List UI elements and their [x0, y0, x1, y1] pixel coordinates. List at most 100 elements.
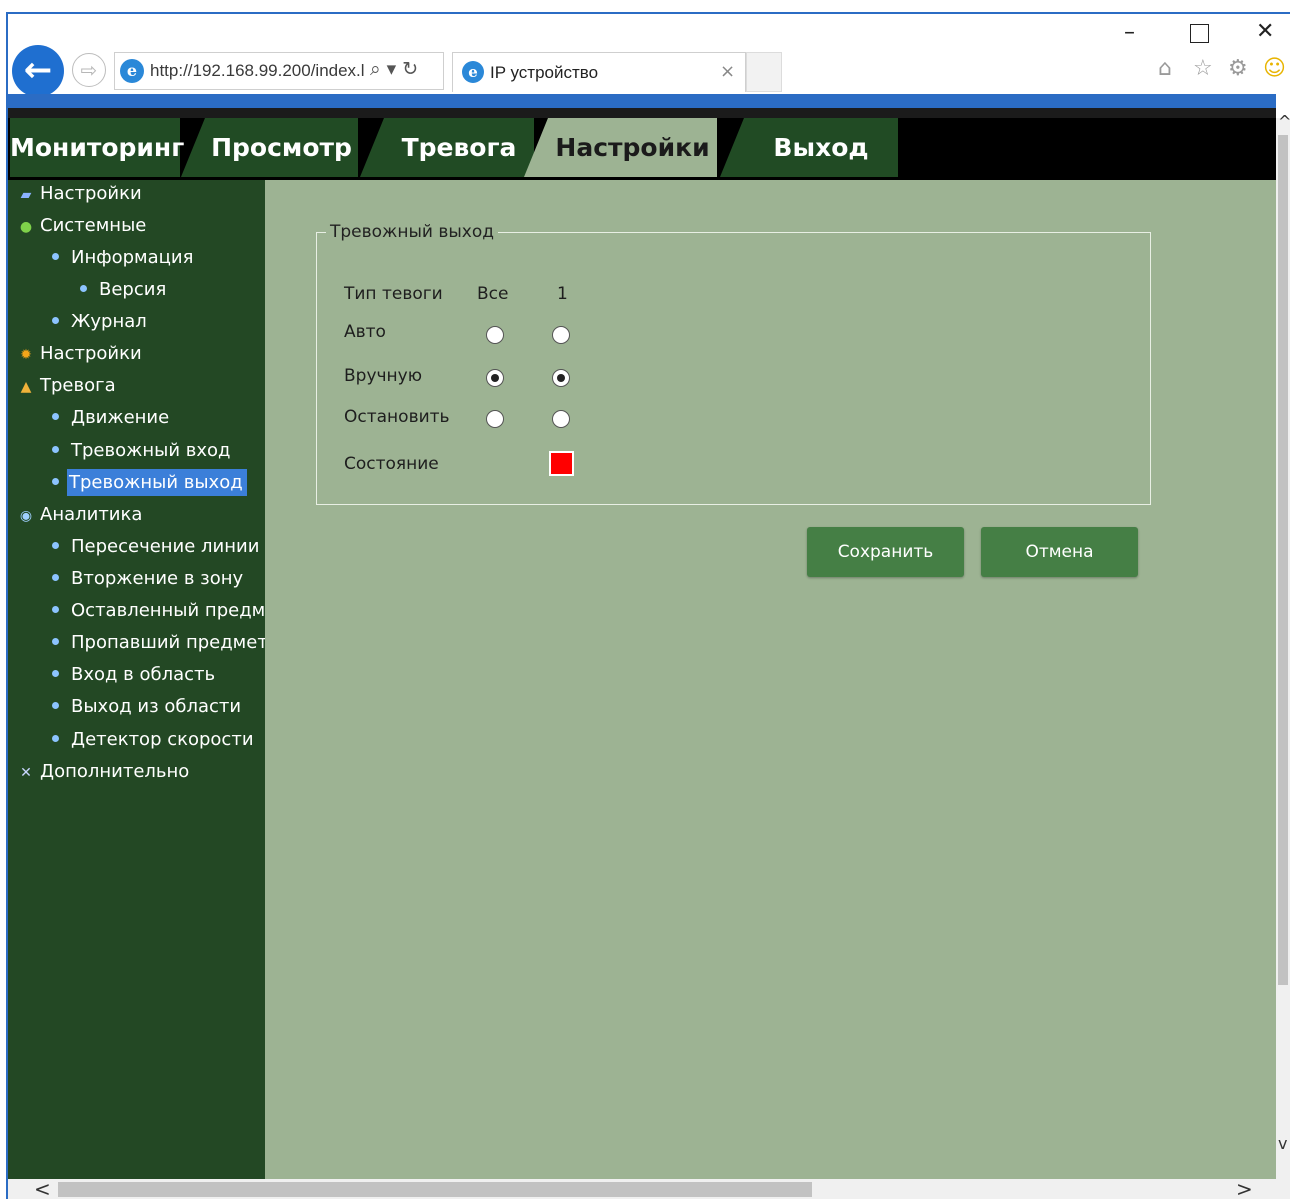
row-label-auto: Авто	[344, 322, 386, 342]
bullet-icon	[52, 445, 59, 453]
tab-notch	[181, 118, 205, 177]
maximize-button[interactable]	[1190, 24, 1209, 43]
tab-label: Настройки	[555, 133, 710, 162]
sidebar-item-label: Вторжение в зону	[71, 568, 244, 589]
sidebar-item-intrusion[interactable]: Вторжение в зону	[52, 565, 243, 593]
sidebar-item-label: Аналитика	[40, 504, 143, 525]
sidebar-item-version[interactable]: Версия	[80, 276, 166, 304]
folder-icon: ▰	[20, 187, 32, 203]
accent-bar	[8, 94, 1276, 108]
tab-label: Просмотр	[211, 133, 352, 162]
scroll-up-icon[interactable]: ^	[1278, 112, 1290, 131]
cancel-button[interactable]: Отмена	[981, 527, 1138, 577]
alarm-output-fieldset	[316, 232, 1151, 505]
sidebar-item-missing-object[interactable]: Пропавший предмет	[52, 629, 268, 657]
tab-notch	[720, 118, 744, 177]
forward-button[interactable]: ⇨	[72, 53, 106, 87]
new-tab-button[interactable]	[746, 52, 782, 92]
sidebar-item-information[interactable]: Информация	[52, 244, 193, 272]
tab-title: IP устройство	[490, 63, 599, 82]
tab-notch	[524, 118, 548, 177]
horizontal-scroll-thumb[interactable]	[58, 1182, 812, 1197]
sidebar-item-label: Системные	[40, 215, 147, 236]
sidebar-item-label: Тревожный вход	[71, 440, 231, 461]
sidebar-item-settings[interactable]: ✹ Настройки	[18, 340, 142, 368]
bullet-icon	[52, 669, 59, 677]
radio-manual-all[interactable]	[486, 369, 504, 387]
bell-icon: ▲	[20, 379, 32, 395]
sidebar-item-label: Выход из области	[71, 696, 242, 717]
fieldset-legend: Тревожный выход	[326, 222, 499, 242]
state-indicator	[549, 451, 574, 476]
sidebar-item-alarm[interactable]: ▲ Тревога	[18, 372, 116, 400]
tab-label: Мониторинг	[10, 133, 185, 162]
smiley-feedback-icon[interactable]: ☺	[1263, 56, 1286, 81]
tab-view[interactable]: Просмотр	[181, 118, 358, 177]
header-channel-1: 1	[557, 284, 568, 304]
radio-stop-1[interactable]	[552, 410, 570, 428]
sidebar-item-system[interactable]: ● Системные	[18, 212, 146, 240]
tab-notch	[360, 118, 384, 177]
radio-stop-all[interactable]	[486, 410, 504, 428]
tab-settings[interactable]: Настройки	[524, 118, 717, 177]
sidebar-item-label: Движение	[71, 407, 170, 428]
tab-label: Выход	[773, 133, 869, 162]
sidebar-item-analytics[interactable]: ◉ Аналитика	[18, 501, 143, 529]
sidebar-item-line-crossing[interactable]: Пересечение линии	[52, 533, 259, 561]
bullet-icon	[52, 637, 59, 645]
back-button[interactable]: ←	[12, 45, 64, 97]
sidebar-item-label: Пропавший предмет	[71, 632, 268, 653]
header-strip	[8, 108, 1276, 118]
bullet-icon	[52, 477, 59, 485]
info-icon: ●	[19, 219, 33, 235]
sidebar-item-speed-detector[interactable]: Детектор скорости	[52, 726, 254, 754]
sidebar-item-alarm-input[interactable]: Тревожный вход	[52, 437, 230, 465]
sidebar-item-advanced[interactable]: ✕ Дополнительно	[18, 758, 189, 786]
tools-icon: ✕	[20, 765, 32, 781]
sidebar-item-motion[interactable]: Движение	[52, 404, 169, 432]
dropdown-icon[interactable]: ▾	[387, 58, 403, 80]
bullet-icon	[52, 316, 59, 324]
favorites-star-icon[interactable]: ☆	[1193, 56, 1213, 81]
radio-auto-all[interactable]	[486, 326, 504, 344]
address-url[interactable]: http://192.168.99.200/index.l	[150, 61, 365, 81]
sidebar-item-label: Информация	[71, 247, 194, 268]
sidebar-item-label: Вход в область	[71, 664, 216, 685]
sidebar-item-label: Журнал	[71, 311, 147, 332]
bullet-icon	[52, 573, 59, 581]
tab-monitoring[interactable]: Мониторинг	[10, 118, 184, 177]
vertical-scroll-thumb[interactable]	[1278, 135, 1288, 985]
minimize-button[interactable]: –	[1124, 20, 1135, 45]
sidebar-item-settings-root[interactable]: ▰ Настройки	[18, 180, 142, 208]
sidebar-item-region-entry[interactable]: Вход в область	[52, 661, 215, 689]
sidebar-item-region-exit[interactable]: Выход из области	[52, 693, 241, 721]
bullet-icon	[52, 734, 59, 742]
tab-alarm[interactable]: Тревога	[360, 118, 534, 177]
radio-auto-1[interactable]	[552, 326, 570, 344]
sidebar-item-label: Настройки	[40, 343, 142, 364]
bullet-icon	[52, 412, 59, 420]
address-tools: ⌕▾↻	[370, 58, 424, 80]
radio-manual-1[interactable]	[552, 369, 570, 387]
home-icon[interactable]: ⌂	[1158, 56, 1172, 81]
bullet-icon	[80, 284, 87, 292]
tab-exit[interactable]: Выход	[720, 118, 898, 177]
sidebar-item-left-object[interactable]: Оставленный предме	[52, 597, 265, 625]
sidebar-item-log[interactable]: Журнал	[52, 308, 147, 336]
sidebar-item-label: Пересечение линии	[71, 536, 260, 557]
refresh-icon[interactable]: ↻	[402, 58, 424, 80]
close-window-button[interactable]: ✕	[1256, 19, 1274, 44]
state-label: Состояние	[344, 454, 439, 474]
scroll-left-icon[interactable]: <	[34, 1177, 51, 1201]
sidebar-item-label: Версия	[99, 279, 167, 300]
scroll-down-icon[interactable]: v	[1278, 1134, 1287, 1153]
sidebar-item-label: Дополнительно	[40, 761, 190, 782]
tab-close-icon[interactable]: ×	[720, 61, 735, 82]
scroll-right-icon[interactable]: >	[1236, 1177, 1253, 1201]
search-icon[interactable]: ⌕	[370, 58, 387, 80]
settings-gear-icon[interactable]: ⚙	[1228, 56, 1248, 81]
sidebar-item-alarm-output[interactable]: Тревожный выход	[52, 469, 247, 497]
bullet-icon	[52, 541, 59, 549]
header-alarm-type: Тип тевоги	[344, 284, 443, 304]
save-button[interactable]: Сохранить	[807, 527, 964, 577]
